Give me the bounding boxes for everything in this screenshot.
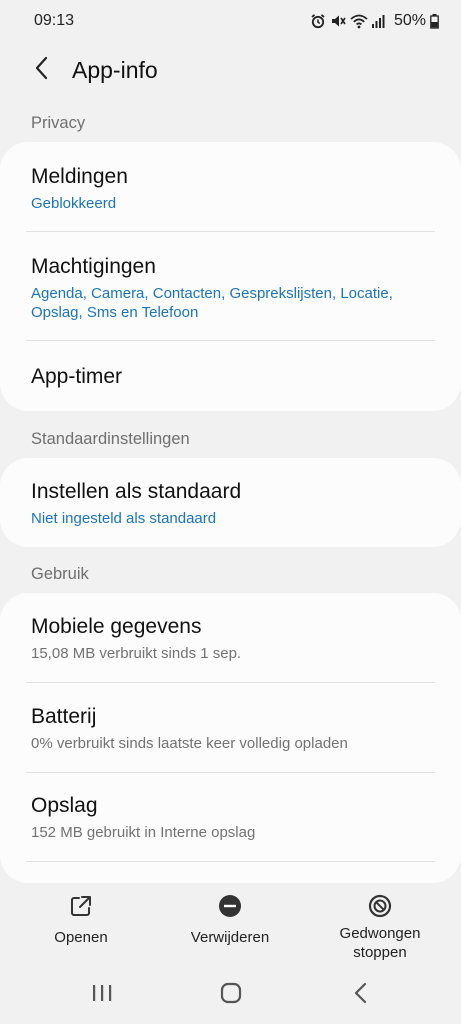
uninstall-label: Verwijderen bbox=[190, 929, 270, 946]
section-header-defaults: Standaardinstellingen bbox=[31, 430, 190, 448]
force-stop-label-line2: stoppen bbox=[353, 944, 407, 961]
item-title: Instellen als standaard bbox=[31, 480, 242, 503]
item-subtitle: 152 MB gebruikt in Interne opslag bbox=[31, 824, 256, 841]
divider bbox=[26, 231, 435, 232]
item-subtitle: Geblokkeerd bbox=[31, 195, 117, 212]
open-external-icon bbox=[69, 890, 93, 922]
force-stop-label-line1: Gedwongen bbox=[339, 925, 421, 942]
system-nav-bar bbox=[0, 972, 461, 1018]
privacy-card: Meldingen Geblokkeerd Machtigingen Agend… bbox=[0, 142, 461, 411]
item-title: Machtigingen bbox=[31, 255, 156, 278]
chevron-left-icon bbox=[34, 56, 50, 85]
divider bbox=[26, 682, 435, 683]
item-title: Mobiele gegevens bbox=[31, 615, 202, 638]
alarm-icon bbox=[310, 13, 326, 29]
list-item-set-default[interactable]: Instellen als standaard Niet ingesteld a… bbox=[31, 479, 435, 528]
list-item-storage[interactable]: Opslag 152 MB gebruikt in Interne opslag bbox=[31, 793, 435, 842]
back-nav-icon bbox=[353, 982, 369, 1009]
recent-apps-button[interactable] bbox=[72, 972, 132, 1018]
force-stop-label: Gedwongen stoppen bbox=[340, 924, 421, 962]
item-title: App-timer bbox=[31, 365, 123, 388]
divider bbox=[26, 772, 435, 773]
divider bbox=[26, 340, 435, 341]
app-bar: App-info bbox=[0, 50, 461, 90]
back-button[interactable] bbox=[22, 50, 62, 90]
recent-apps-icon bbox=[91, 983, 113, 1008]
defaults-card: Instellen als standaard Niet ingesteld a… bbox=[0, 458, 461, 547]
status-time: 09:13 bbox=[34, 12, 75, 29]
page-title: App-info bbox=[72, 56, 158, 83]
item-subtitle: 0% verbruikt sinds laatste keer volledig… bbox=[31, 735, 348, 752]
open-label: Openen bbox=[54, 929, 108, 946]
section-header-usage: Gebruik bbox=[31, 565, 89, 583]
open-button[interactable]: Openen bbox=[36, 890, 126, 947]
force-stop-button[interactable]: Gedwongen stoppen bbox=[330, 890, 430, 962]
item-title: Opslag bbox=[31, 794, 98, 817]
back-nav-button[interactable] bbox=[331, 972, 391, 1018]
bottom-actions: Openen Verwijderen Gedwongen stoppen bbox=[0, 890, 461, 970]
battery-icon bbox=[430, 13, 439, 29]
item-subtitle: Agenda, Camera, Contacten, Gesprekslijst… bbox=[31, 285, 393, 321]
item-title: Meldingen bbox=[31, 165, 128, 188]
mute-icon bbox=[330, 13, 346, 29]
remove-icon bbox=[218, 890, 242, 922]
signal-icon bbox=[371, 13, 386, 29]
battery-percentage: 50% bbox=[393, 12, 426, 29]
home-icon bbox=[220, 982, 242, 1009]
list-item-notifications[interactable]: Meldingen Geblokkeerd bbox=[31, 164, 435, 213]
list-item-app-timer[interactable]: App-timer bbox=[31, 364, 435, 390]
block-icon bbox=[368, 890, 392, 922]
section-header-privacy: Privacy bbox=[31, 114, 86, 132]
divider bbox=[26, 861, 435, 862]
item-subtitle: 15,08 MB verbruikt sinds 1 sep. bbox=[31, 645, 242, 662]
list-item-battery[interactable]: Batterij 0% verbruikt sinds laatste keer… bbox=[31, 704, 435, 753]
uninstall-button[interactable]: Verwijderen bbox=[180, 890, 280, 947]
status-icons: 50% bbox=[310, 12, 439, 30]
list-item-mobile-data[interactable]: Mobiele gegevens 15,08 MB verbruikt sind… bbox=[31, 614, 435, 663]
status-bar: 09:13 50% bbox=[0, 0, 461, 42]
item-subtitle: Niet ingesteld als standaard bbox=[31, 510, 217, 527]
home-button[interactable] bbox=[201, 972, 261, 1018]
usage-card: Mobiele gegevens 15,08 MB verbruikt sind… bbox=[0, 593, 461, 883]
list-item-permissions[interactable]: Machtigingen Agenda, Camera, Contacten, … bbox=[31, 254, 435, 322]
wifi-icon bbox=[350, 13, 368, 29]
item-title: Batterij bbox=[31, 705, 97, 728]
